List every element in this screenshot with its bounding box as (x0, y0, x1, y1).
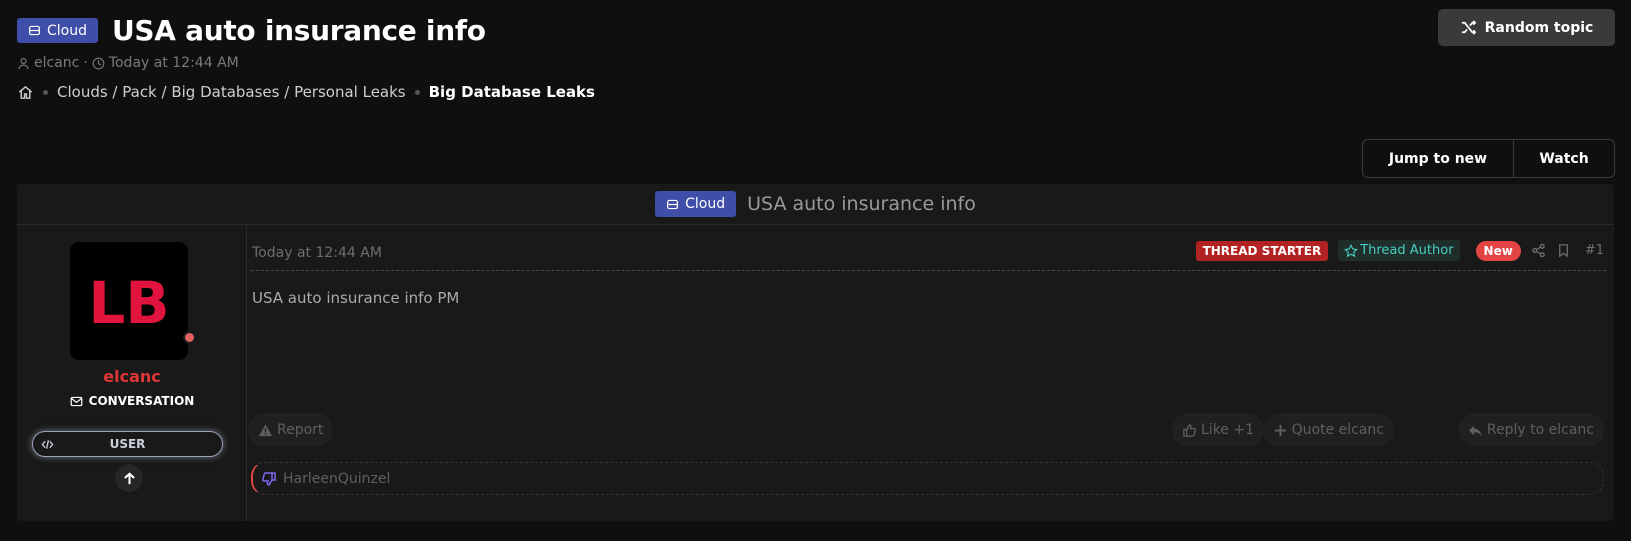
online-status-dot (183, 331, 196, 344)
jump-to-new-button[interactable]: Jump to new (1363, 140, 1514, 177)
thread-starter-badge: THREAD STARTER (1195, 240, 1329, 261)
breadcrumb-separator (43, 89, 48, 95)
post-timestamp[interactable]: Today at 12:44 AM (252, 245, 382, 261)
prefix-badge[interactable]: Cloud (17, 18, 98, 43)
post-badges: THREAD STARTER Thread Author New #1 (1195, 240, 1604, 261)
svg-text:LB: LB (88, 273, 169, 329)
shuffle-icon (1461, 20, 1476, 35)
thumbs-up-icon (1183, 423, 1196, 437)
reply-label: Reply to elcanc (1486, 422, 1594, 438)
breadcrumb-item[interactable]: Clouds / Pack / Big Databases / Personal… (57, 83, 406, 101)
plus-icon (1274, 424, 1286, 436)
reply-button[interactable]: Reply to elcanc (1457, 413, 1604, 447)
breadcrumb-current[interactable]: Big Database Leaks (429, 83, 595, 101)
breadcrumb-separator (414, 89, 420, 95)
thread-header: Cloud USA auto insurance info elcanc · T… (17, 14, 595, 101)
quote-label: Quote elcanc (1291, 422, 1384, 438)
conversation-link[interactable]: CONVERSATION (17, 394, 247, 408)
database-icon (667, 199, 679, 209)
username[interactable]: elcanc (17, 367, 247, 386)
conversation-label: CONVERSATION (88, 394, 195, 408)
user-role-label: USER (109, 437, 146, 451)
home-icon[interactable] (17, 84, 34, 101)
bookmark-icon[interactable] (1556, 243, 1571, 258)
prefix-label: Cloud (685, 196, 726, 212)
code-icon (41, 440, 54, 449)
thread-timestamp[interactable]: Today at 12:44 AM (109, 55, 239, 71)
user-icon (18, 57, 29, 69)
meta-separator: · (83, 55, 88, 71)
warning-icon (258, 423, 273, 436)
clock-icon (92, 57, 105, 69)
prefix-label: Cloud (47, 22, 87, 39)
random-topic-label: Random topic (1484, 19, 1594, 36)
thread-author-link[interactable]: elcanc (34, 55, 79, 71)
thread-title-bar: Cloud USA auto insurance info (17, 184, 1614, 225)
post-number[interactable]: #1 (1585, 243, 1604, 258)
scroll-up-button[interactable] (115, 464, 143, 492)
post-body: USA auto insurance info PM (252, 289, 460, 307)
share-icon[interactable] (1531, 243, 1546, 258)
like-button[interactable]: Like +1 (1172, 413, 1264, 447)
arrow-up-icon (123, 471, 135, 484)
post-content: Today at 12:44 AM THREAD STARTER Thread … (248, 225, 1614, 521)
thread-title: USA auto insurance info (747, 193, 976, 215)
new-badge: New (1475, 240, 1521, 261)
database-icon (29, 25, 40, 36)
avatar-logo: LB (88, 273, 169, 329)
thread-meta: elcanc · Today at 12:44 AM (17, 55, 595, 71)
quote-button[interactable]: Quote elcanc (1262, 413, 1394, 447)
report-label: Report (277, 422, 324, 438)
user-panel: LB elcanc CONVERSATION USER (17, 225, 247, 521)
breadcrumb: Clouds / Pack / Big Databases / Personal… (17, 83, 595, 101)
reaction-user[interactable]: HarleenQuinzel (283, 471, 390, 487)
avatar[interactable]: LB (70, 242, 188, 360)
thread-actions: Jump to new Watch (1362, 139, 1615, 178)
post-container: Cloud USA auto insurance info LB elcanc … (17, 184, 1614, 521)
thread-author-label: Thread Author (1360, 243, 1454, 258)
thumbs-down-icon (262, 471, 276, 486)
page-title: USA auto insurance info (112, 14, 486, 47)
watch-button[interactable]: Watch (1514, 140, 1614, 177)
thread-author-badge: Thread Author (1338, 240, 1460, 261)
user-role-badge: USER (32, 431, 223, 457)
reactions-bar[interactable]: HarleenQuinzel (251, 462, 1604, 495)
star-icon (1344, 243, 1359, 257)
like-label: Like +1 (1201, 422, 1254, 438)
reply-icon (1468, 425, 1482, 436)
post-divider (251, 270, 1606, 271)
envelope-icon (70, 396, 83, 406)
post-action-bar: Report Like +1 Quote elcanc Reply to elc… (248, 413, 1604, 447)
prefix-badge[interactable]: Cloud (655, 191, 737, 217)
random-topic-button[interactable]: Random topic (1438, 9, 1615, 46)
report-button[interactable]: Report (248, 413, 334, 447)
